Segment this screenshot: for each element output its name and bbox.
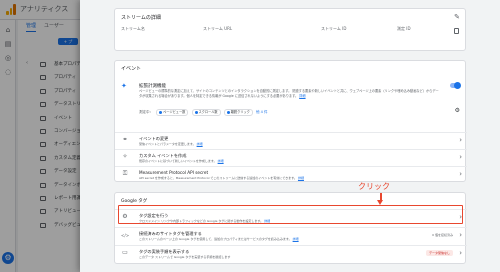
- google-tag-card: Google タグ ⚙ タグ設定を行う クロスドメイン リンクや内部トラフィック…: [114, 192, 467, 264]
- chevron-right-icon: ›: [459, 153, 462, 161]
- instructions-icon: ▭: [122, 249, 128, 256]
- click-highlight-box: [118, 205, 463, 224]
- chip-scrolls: スクロール数: [191, 109, 221, 116]
- measuring-row: 測定中： ページビュー数 スクロール数 離脱クリック 他 4 件: [139, 109, 268, 116]
- chevron-right-icon: ›: [459, 231, 462, 239]
- create-event-icon: ✧: [122, 153, 128, 160]
- code-icon: </>: [121, 233, 130, 238]
- chip-page-views: ページビュー数: [156, 109, 189, 116]
- enhanced-measurement-toggle[interactable]: [450, 82, 461, 89]
- stream-url-label: ストリーム URL: [203, 26, 233, 31]
- learn-more-link[interactable]: 詳細: [299, 94, 305, 98]
- click-annotation-label: クリック: [358, 182, 390, 191]
- chip-outbound-clicks: 離脱クリック: [223, 109, 253, 116]
- stream-name-label: ストリーム名: [121, 26, 145, 31]
- stream-details-header: ストリームの詳細: [121, 15, 161, 21]
- stream-details-card: ストリームの詳細 ✎ ストリーム名 ストリーム URL ストリーム ID 測定 …: [114, 8, 466, 51]
- web-stream-details-sheet: ストリームの詳細 ✎ ストリーム名 ストリーム URL ストリーム ID 測定 …: [80, 0, 500, 272]
- annotation-arrow-head-icon: [377, 200, 383, 205]
- create-custom-event-row[interactable]: ✧ カスタム イベントを作成 既存のイベントに基づいて新しいイベントを作成します…: [115, 149, 467, 165]
- connected-count: 0 個を接続済み: [432, 233, 453, 237]
- view-tag-instructions-row[interactable]: ▭ タグの実装手順を表示する このデータ ストリームで Google タグを実装…: [115, 245, 467, 261]
- measurement-protocol-row[interactable]: ⚿ Measurement Protocol API secret API se…: [115, 166, 467, 182]
- stream-id-label: ストリーム ID: [321, 26, 347, 31]
- chevron-right-icon: ›: [459, 136, 462, 144]
- events-header: イベント: [121, 66, 142, 72]
- copy-icon[interactable]: [454, 28, 459, 34]
- more-link[interactable]: 他 4 件: [256, 110, 267, 114]
- edit-pencil-icon[interactable]: ✎: [454, 13, 460, 21]
- modify-events-row[interactable]: ⚭ イベントの変更 受信イベントとパラメータを変更します。 詳細 ›: [115, 132, 467, 148]
- chevron-right-icon: ›: [459, 249, 462, 257]
- enhanced-settings-gear-icon[interactable]: ⚙: [455, 107, 460, 114]
- google-tag-header: Google タグ: [121, 199, 148, 204]
- enhanced-measurement-description: ページビューの標準的な測定に加えて、サイトのコンテンツとのインタラクションを自動…: [139, 89, 439, 98]
- modify-event-icon: ⚭: [122, 136, 128, 143]
- manage-connected-site-tags-row[interactable]: </> 接続済みのサイトタグを管理する このストリームのページ上の Google…: [115, 227, 467, 243]
- measurement-id-label: 測定 ID: [397, 26, 411, 31]
- key-icon: ⚿: [122, 170, 128, 177]
- chevron-right-icon: ›: [459, 170, 462, 178]
- no-data-badge: データ受信なし: [425, 250, 453, 256]
- events-card: イベント ✦ 拡張計測機能 ページビューの標準的な測定に加えて、サイトのコンテン…: [114, 60, 467, 182]
- sparkle-icon: ✦: [121, 82, 127, 90]
